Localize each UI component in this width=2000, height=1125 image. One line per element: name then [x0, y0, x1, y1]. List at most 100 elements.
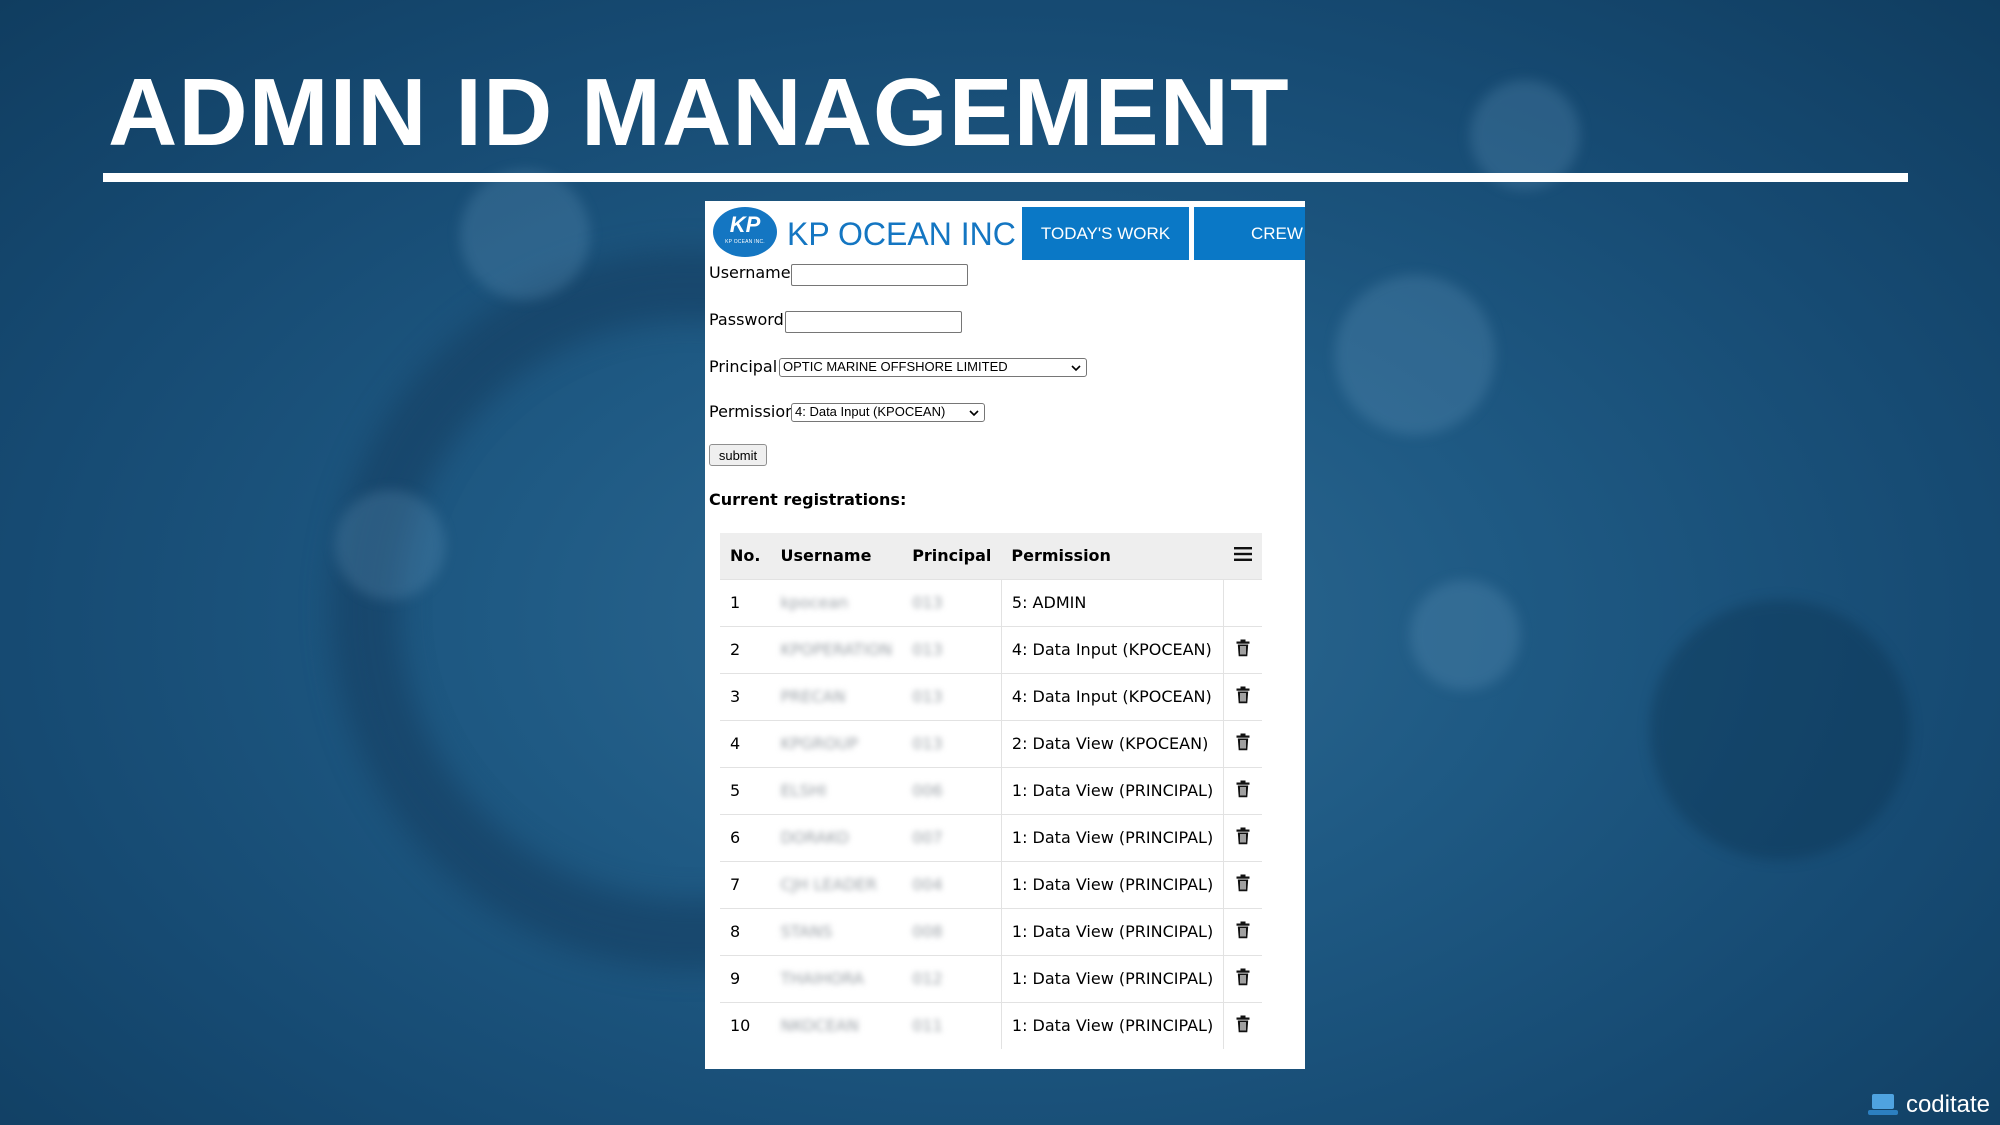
- table-row: 9 THAIHORA 012 1: Data View (PRINCIPAL): [720, 954, 1262, 1002]
- cell-principal: 004: [902, 860, 1002, 908]
- cell-no: 9: [720, 954, 771, 1002]
- logo-text: KP: [729, 212, 761, 237]
- principal-select-value: OPTIC MARINE OFFSHORE LIMITED: [783, 359, 1008, 374]
- watermark-text: coditate: [1905, 1091, 1990, 1118]
- cell-permission: 1: Data View (PRINCIPAL): [1000, 766, 1225, 814]
- cell-permission: 1: Data View (PRINCIPAL): [1000, 860, 1225, 908]
- cell-actions: [1223, 578, 1262, 626]
- table-header-row: No. Username Principal Permission: [720, 533, 1262, 579]
- cell-username: DORAKO: [770, 813, 903, 861]
- cell-principal: 013: [902, 578, 1002, 626]
- nav-tab-todays-work[interactable]: TODAY'S WORK: [1022, 207, 1189, 260]
- cell-permission: 1: Data View (PRINCIPAL): [1000, 907, 1225, 955]
- cell-actions: [1223, 954, 1262, 1002]
- cell-principal: 013: [902, 672, 1002, 720]
- cell-username: kpocean: [770, 578, 903, 626]
- table-row: 5 ELSHI 006 1: Data View (PRINCIPAL): [720, 766, 1262, 814]
- table-row: 6 DORAKO 007 1: Data View (PRINCIPAL): [720, 813, 1262, 861]
- chevron-down-icon: [1071, 365, 1081, 372]
- table-row: 3 PRECAN 013 4: Data Input (KPOCEAN): [720, 672, 1262, 720]
- slide-title: ADMIN ID MANAGEMENT: [108, 59, 1290, 166]
- table-row: 7 CJH LEADER 004 1: Data View (PRINCIPAL): [720, 860, 1262, 908]
- username-label: Username: [709, 263, 791, 282]
- background-person-icon: [1410, 580, 1520, 690]
- trash-icon[interactable]: [1236, 686, 1250, 704]
- background-person-icon: [1335, 275, 1495, 435]
- cell-principal: 012: [902, 954, 1002, 1002]
- password-input[interactable]: [785, 311, 962, 333]
- logo-subtext: KP OCEAN INC.: [725, 239, 765, 245]
- brand-name: KP OCEAN INC: [787, 216, 1016, 252]
- column-header-username[interactable]: Username: [770, 533, 902, 579]
- cell-principal: 013: [902, 625, 1002, 673]
- nav-tab-crew[interactable]: CREW: [1194, 207, 1305, 260]
- cell-principal: 007: [902, 813, 1002, 861]
- cell-permission: 1: Data View (PRINCIPAL): [1000, 813, 1225, 861]
- cell-no: 4: [720, 719, 771, 767]
- cell-actions: [1223, 813, 1262, 861]
- registrations-heading: Current registrations:: [709, 490, 907, 509]
- submit-button[interactable]: submit: [709, 444, 767, 466]
- cell-username: KPOPERATION: [770, 625, 903, 673]
- cell-actions: [1223, 625, 1262, 673]
- cell-no: 1: [720, 578, 771, 626]
- registrations-table: No. Username Principal Permission 1 kpoce…: [720, 533, 1262, 1049]
- cell-no: 6: [720, 813, 771, 861]
- trash-icon[interactable]: [1236, 1015, 1250, 1033]
- permission-label: Permission: [709, 402, 796, 421]
- username-input[interactable]: [791, 264, 968, 286]
- column-header-no[interactable]: No.: [720, 533, 770, 579]
- cell-permission: 2: Data View (KPOCEAN): [1000, 719, 1225, 767]
- cell-actions: [1223, 1001, 1262, 1049]
- app-header: KP KP OCEAN INC. KP OCEAN INC TODAY'S WO…: [705, 201, 1305, 260]
- table-row: 1 kpocean 013 5: ADMIN: [720, 578, 1262, 626]
- table-row: 10 NKOCEAN 011 1: Data View (PRINCIPAL): [720, 1001, 1262, 1049]
- background-blob: [1650, 600, 1910, 860]
- cell-no: 10: [720, 1001, 771, 1049]
- permission-select-value: 4: Data Input (KPOCEAN): [795, 404, 946, 419]
- cell-actions: [1223, 766, 1262, 814]
- cell-principal: 006: [902, 766, 1002, 814]
- cell-permission: 1: Data View (PRINCIPAL): [1000, 954, 1225, 1002]
- trash-icon[interactable]: [1236, 921, 1250, 939]
- cell-username: CJH LEADER: [770, 860, 903, 908]
- chevron-down-icon: [969, 410, 979, 417]
- cell-actions: [1223, 860, 1262, 908]
- trash-icon[interactable]: [1236, 639, 1250, 657]
- cell-actions: [1223, 719, 1262, 767]
- column-menu[interactable]: [1224, 533, 1262, 579]
- permission-select[interactable]: 4: Data Input (KPOCEAN): [791, 403, 985, 422]
- cell-username: STANS: [770, 907, 903, 955]
- background-person-icon: [460, 170, 590, 300]
- cell-actions: [1223, 907, 1262, 955]
- principal-label: Principal: [709, 357, 778, 376]
- table-row: 8 STANS 008 1: Data View (PRINCIPAL): [720, 907, 1262, 955]
- app-screenshot-panel: KP KP OCEAN INC. KP OCEAN INC TODAY'S WO…: [705, 201, 1305, 1069]
- cell-username: ELSHI: [770, 766, 903, 814]
- column-header-principal[interactable]: Principal: [902, 533, 1001, 579]
- watermark: coditate: [1866, 1091, 1990, 1119]
- trash-icon[interactable]: [1236, 968, 1250, 986]
- trash-icon[interactable]: [1236, 733, 1250, 751]
- cell-actions: [1223, 672, 1262, 720]
- trash-icon[interactable]: [1236, 780, 1250, 798]
- cell-no: 2: [720, 625, 771, 673]
- hamburger-menu-icon[interactable]: [1233, 547, 1252, 562]
- cell-permission: 4: Data Input (KPOCEAN): [1000, 625, 1225, 673]
- table-row: 4 KPGROUP 013 2: Data View (KPOCEAN): [720, 719, 1262, 767]
- cell-no: 8: [720, 907, 771, 955]
- password-label: Password: [709, 310, 784, 329]
- title-divider: [103, 173, 1908, 182]
- cell-no: 5: [720, 766, 771, 814]
- cell-username: NKOCEAN: [770, 1001, 903, 1049]
- company-logo[interactable]: KP KP OCEAN INC.: [713, 207, 777, 257]
- table-row: 2 KPOPERATION 013 4: Data Input (KPOCEAN): [720, 625, 1262, 673]
- cell-permission: 1: Data View (PRINCIPAL): [1000, 1001, 1225, 1049]
- principal-select[interactable]: OPTIC MARINE OFFSHORE LIMITED: [779, 358, 1087, 377]
- column-header-permission[interactable]: Permission: [1001, 533, 1223, 579]
- laptop-logo-icon: [1867, 1094, 1898, 1115]
- trash-icon[interactable]: [1236, 874, 1250, 892]
- cell-no: 7: [720, 860, 771, 908]
- cell-username: PRECAN: [770, 672, 903, 720]
- trash-icon[interactable]: [1236, 827, 1250, 845]
